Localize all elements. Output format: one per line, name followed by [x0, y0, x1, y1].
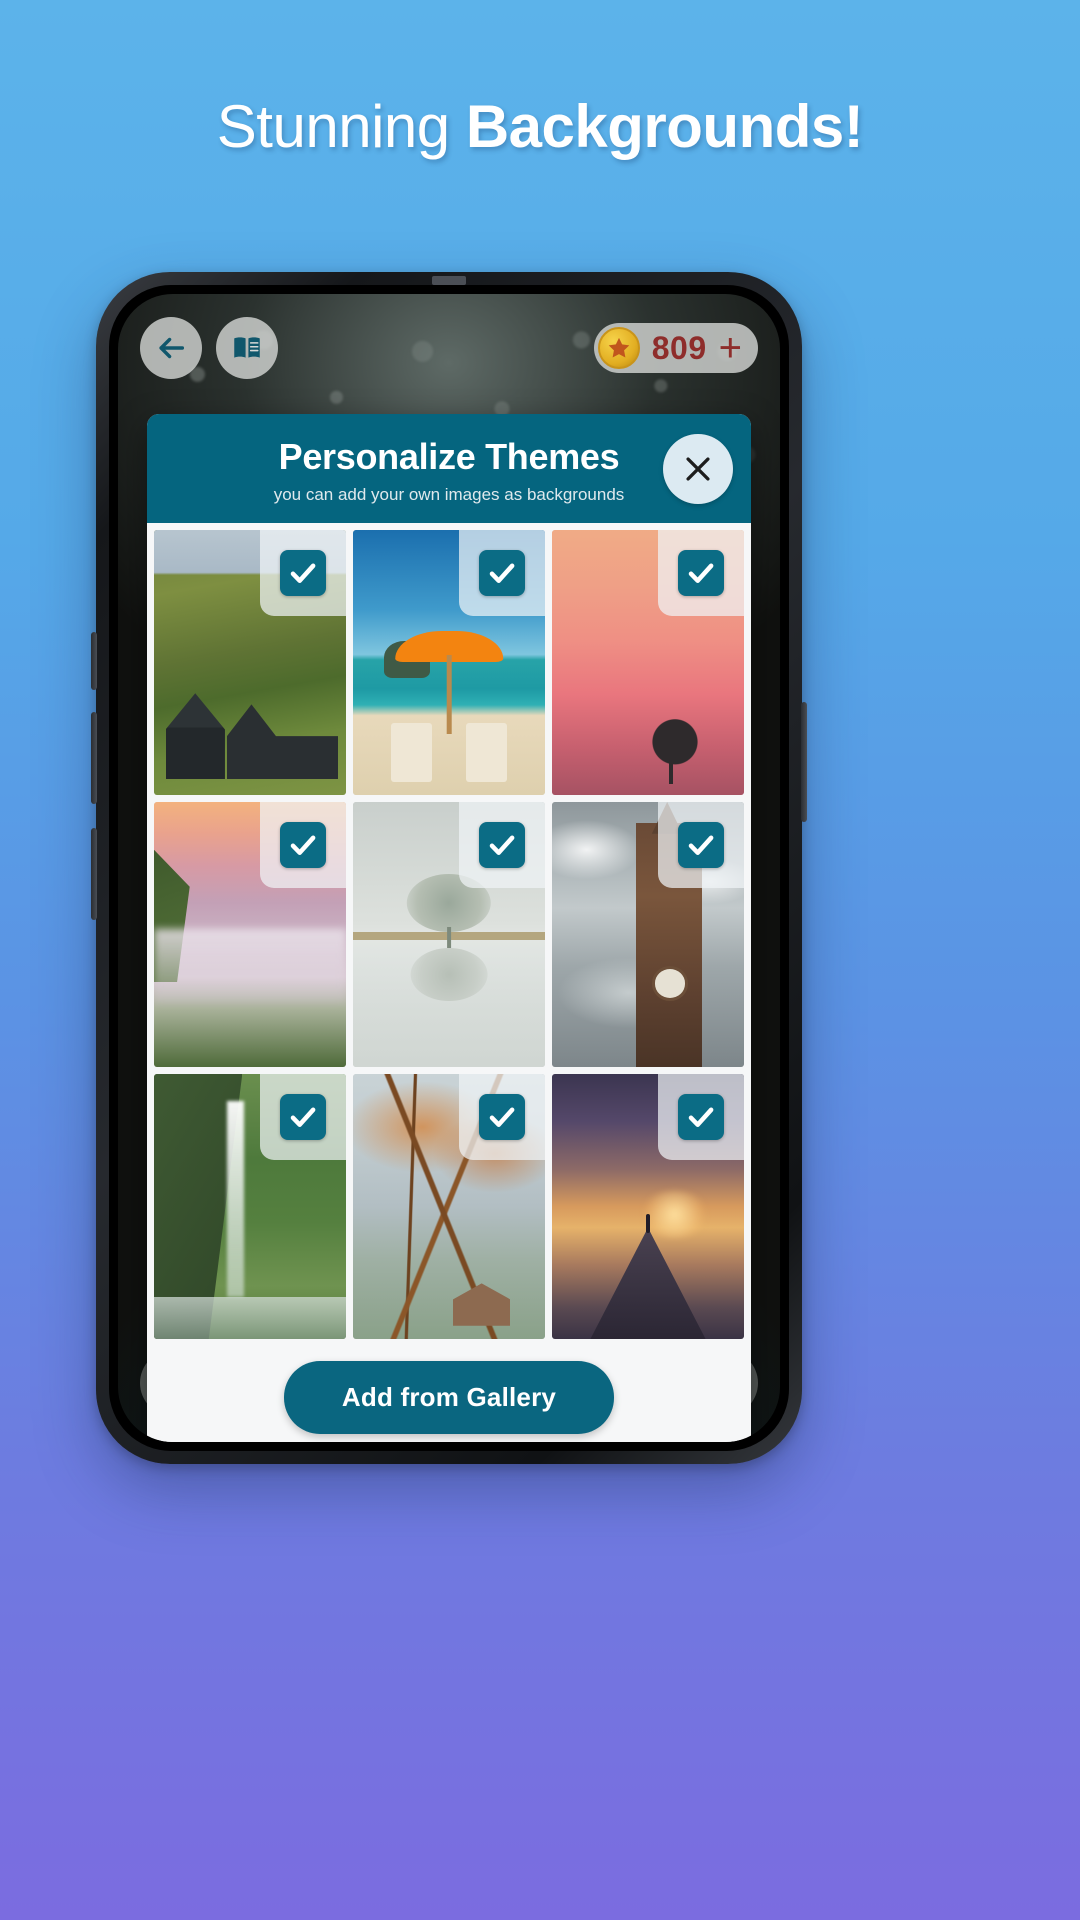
headline-light-part: Stunning [216, 93, 466, 160]
theme-thumbnail-green-hillside-cabin[interactable] [154, 530, 346, 795]
phone-screen-bezel: 809 + Personalize Themes you can add you… [109, 285, 789, 1451]
close-icon [686, 456, 710, 481]
book-button[interactable] [216, 317, 278, 379]
theme-thumbnail-misty-valley-sunrise[interactable] [154, 802, 346, 1067]
thumbnail-checkbox-1[interactable] [459, 530, 545, 616]
dialog-subtitle: you can add your own images as backgroun… [273, 485, 625, 504]
thumbnail-checkbox-4[interactable] [459, 802, 545, 888]
thumbnail-checkbox-8[interactable] [658, 1074, 744, 1160]
personalize-themes-dialog: Personalize Themes you can add your own … [147, 414, 751, 1442]
checkbox-6[interactable] [280, 1094, 326, 1140]
theme-thumbnail-waterfall-cliff[interactable] [154, 1074, 346, 1339]
checkmark-icon [290, 1107, 316, 1127]
theme-thumbnail-beach-orange-umbrella[interactable] [353, 530, 545, 795]
book-icon [234, 337, 260, 358]
checkmark-icon [688, 1107, 714, 1127]
checkbox-0[interactable] [280, 550, 326, 596]
checkmark-icon [688, 563, 714, 583]
theme-thumbnail-pink-sunset-lone-tree[interactable] [552, 530, 744, 795]
theme-thumbnail-big-ben-clock-tower[interactable] [552, 802, 744, 1067]
thumbnail-checkbox-3[interactable] [260, 802, 346, 888]
checkbox-2[interactable] [678, 550, 724, 596]
theme-thumbnail-autumn-tree-branches[interactable] [353, 1074, 545, 1339]
add-from-gallery-button[interactable]: Add from Gallery [283, 1361, 615, 1434]
headline-bold-part: Backgrounds! [465, 93, 864, 160]
checkmark-icon [290, 835, 316, 855]
phone-side-button [91, 632, 97, 690]
page-title: Stunning Backgrounds! [0, 92, 1080, 161]
add-coins-button[interactable]: + [719, 328, 742, 368]
checkmark-icon [688, 835, 714, 855]
star-coin-icon [597, 327, 640, 369]
checkmark-icon [489, 835, 515, 855]
theme-thumbnail-tree-water-reflection[interactable] [353, 802, 545, 1067]
close-button[interactable] [663, 433, 733, 504]
thumbnail-checkbox-2[interactable] [658, 530, 744, 616]
phone-volume-up-button [91, 712, 97, 804]
checkbox-5[interactable] [678, 822, 724, 868]
checkmark-icon [489, 563, 515, 583]
back-arrow-icon [159, 337, 185, 359]
phone-volume-down-button [91, 828, 97, 920]
star-shape [608, 337, 630, 358]
checkmark-icon [290, 563, 316, 583]
app-screen: 809 + Personalize Themes you can add you… [118, 294, 780, 1442]
thumbnail-checkbox-0[interactable] [260, 530, 346, 616]
theme-thumbnail-grid [147, 523, 751, 1339]
coin-count-label: 809 [651, 329, 707, 366]
checkbox-1[interactable] [479, 550, 525, 596]
phone-mockup: 809 + Personalize Themes you can add you… [91, 272, 807, 1464]
theme-thumbnail-mountain-peak-sunrise[interactable] [552, 1074, 744, 1339]
checkbox-4[interactable] [479, 822, 525, 868]
phone-earpiece [432, 276, 466, 285]
dialog-title: Personalize Themes [278, 436, 620, 477]
thumbnail-checkbox-5[interactable] [658, 802, 744, 888]
checkmark-icon [489, 1107, 515, 1127]
phone-power-button [801, 702, 807, 822]
thumbnail-checkbox-7[interactable] [459, 1074, 545, 1160]
dialog-footer: Add from Gallery [147, 1339, 751, 1442]
checkbox-3[interactable] [280, 822, 326, 868]
coin-counter[interactable]: 809 + [593, 323, 758, 373]
checkbox-7[interactable] [479, 1094, 525, 1140]
back-button[interactable] [140, 317, 202, 379]
thumbnail-checkbox-6[interactable] [260, 1074, 346, 1160]
dialog-header: Personalize Themes you can add your own … [147, 414, 751, 523]
checkbox-8[interactable] [678, 1094, 724, 1140]
app-top-bar: 809 + [118, 316, 780, 380]
